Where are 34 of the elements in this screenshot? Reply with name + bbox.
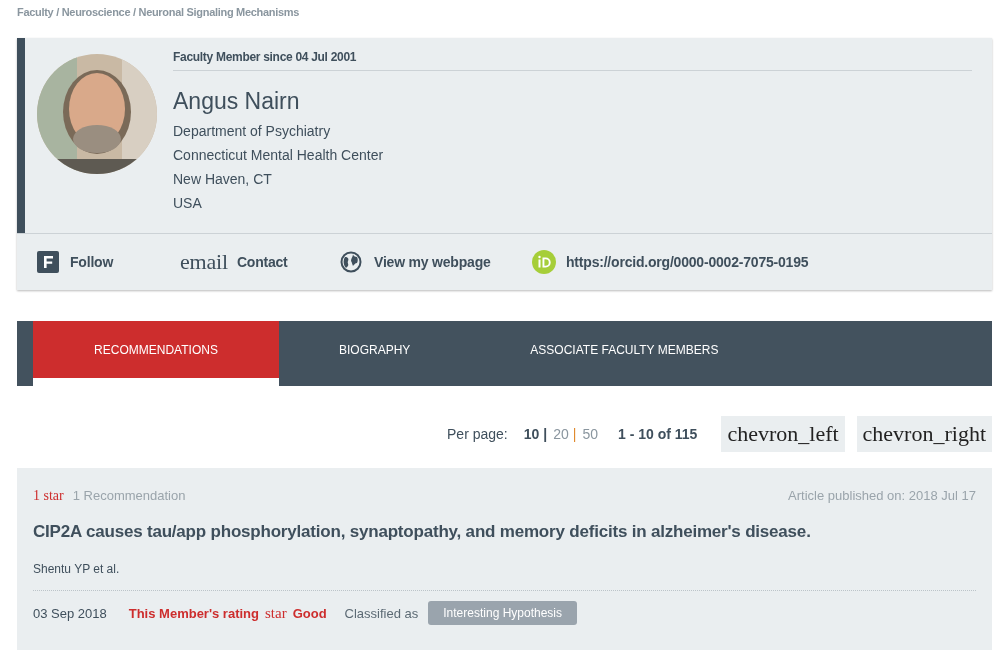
page-range: 1 - 10 of 115 — [618, 426, 698, 442]
tab[interactable]: BIOGRAPHY — [279, 321, 471, 378]
published-date: Article published on: 2018 Jul 17 — [788, 488, 976, 503]
classified-label: Classified as — [344, 605, 419, 621]
orcid-link[interactable]: https://orcid.org/0000-0002-7075-0195 — [532, 250, 809, 274]
next-page-button[interactable]: chevron_right — [856, 416, 992, 452]
contact-link[interactable]: email Contact — [180, 249, 340, 275]
faculty-name: Angus Nairn — [173, 88, 301, 115]
per-page-option[interactable]: 10 — [523, 426, 540, 442]
article-authors: Shentu YP et al. — [33, 562, 976, 591]
affiliation-line: New Haven, CT — [173, 170, 273, 189]
recommendation-date: 03 Sep 2018 — [33, 605, 107, 621]
member-since: Faculty Member since 04 Jul 2001 — [173, 50, 972, 71]
affiliation-line: Department of Psychiatry — [173, 122, 332, 141]
letter-f-icon — [37, 251, 59, 273]
article-title[interactable]: CIP2A causes tau/app phosphorylation, synaptopathy, and memory deficits in alzheimer's disease. — [33, 522, 976, 542]
globe-icon — [340, 251, 362, 273]
previous-page-button[interactable]: chevron_left — [721, 416, 845, 452]
tab[interactable]: ASSOCIATE FACULTY MEMBERS — [470, 321, 779, 378]
affiliation-line: USA — [173, 194, 203, 213]
follow-link[interactable]: Follow — [37, 251, 180, 273]
classification-tag: Interesting Hypothesis — [428, 601, 577, 625]
star-count: 1 star — [33, 488, 64, 504]
breadcrumb: Faculty / Neuroscience / Neuronal Signaling Mechanisms — [17, 6, 301, 20]
web-link[interactable]: View my webpage — [340, 251, 532, 273]
id-badge-icon — [532, 250, 556, 274]
rating-value: Good — [292, 605, 327, 621]
per-page-label: Per page: — [447, 426, 508, 442]
separator-text: | — [543, 426, 548, 442]
rating-icon-text: star — [264, 604, 287, 622]
affiliation-line: Connecticut Mental Health Center — [173, 146, 385, 165]
recommendation-count: 1 Recommendation — [72, 488, 186, 503]
separator-text: | — [572, 426, 577, 442]
rating-label: This Member's rating — [128, 605, 259, 621]
